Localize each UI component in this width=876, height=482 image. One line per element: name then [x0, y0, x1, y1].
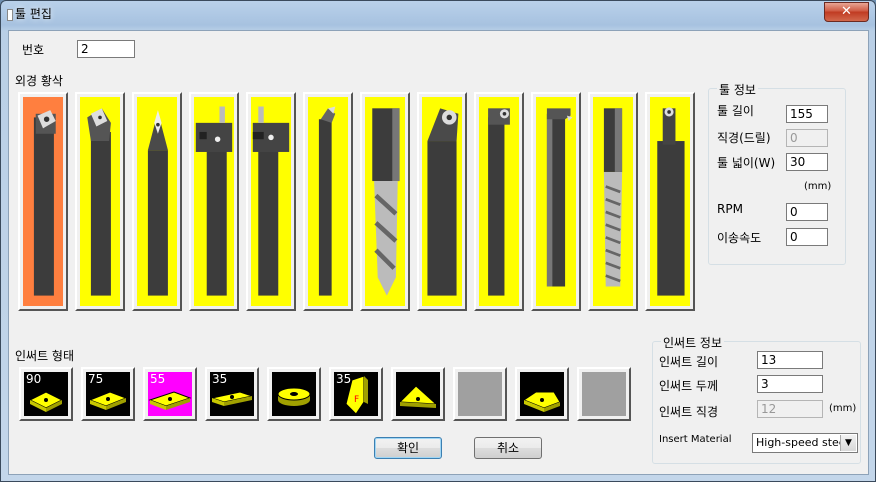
insert-angle-label: 90	[26, 372, 42, 386]
feed-rate-label: 이송속도	[717, 231, 762, 245]
insert-option-4[interactable]: 35	[205, 367, 259, 421]
ok-button[interactable]: 확인	[374, 437, 442, 459]
insert-info-group: 인써트 정보 인써트 길이 13 인써트 두께 3 인써트 직경 12 (mm)…	[652, 334, 861, 464]
tool-length-label: 툴 길이	[717, 104, 754, 118]
number-label: 번호	[22, 43, 45, 57]
insert-option-8[interactable]	[453, 367, 507, 421]
turning-tool-diamond-insert-icon	[147, 110, 168, 296]
trigon-insert-icon	[522, 391, 561, 412]
tool-width-label: 툴 넓이(W)	[717, 156, 776, 170]
round-insert-tool-icon	[427, 108, 459, 296]
tool-option-12[interactable]	[645, 92, 695, 311]
tool-diameter-field[interactable]: 0	[786, 129, 828, 147]
tool-width-field[interactable]: 30	[786, 153, 828, 171]
tool-group-label: 외경 황삭	[15, 74, 63, 88]
grooving-tool-left-icon	[195, 106, 233, 296]
insert-material-value: High-speed steel	[756, 436, 849, 449]
insert-length-field[interactable]: 13	[757, 351, 823, 369]
tool-option-11[interactable]	[588, 92, 638, 311]
tool-info-group: 툴 정보 툴 길이 155 직경(드릴) 0 툴 넓이(W) 30 (mm) R…	[708, 81, 846, 265]
tool-diameter-label: 직경(드릴)	[717, 131, 771, 145]
chevron-down-icon[interactable]: ▼	[840, 435, 856, 451]
dialog-client: 번호 2 외경 황삭 툴 정보 툴 길이 155 직경(드릴) 0 툴 넓이(W…	[8, 30, 869, 475]
insert-material-label: Insert Material	[659, 434, 732, 445]
tool-unit-label: (mm)	[804, 181, 832, 192]
insert-length-label: 인써트 길이	[659, 355, 719, 369]
button-insert-boring-bar-icon	[657, 107, 685, 296]
insert-option-5[interactable]	[267, 367, 321, 421]
twist-drill-icon	[372, 108, 400, 296]
tool-option-10[interactable]	[531, 92, 581, 311]
boring-bar-icon	[318, 106, 336, 296]
window-title: 툴 편집	[15, 7, 52, 21]
close-button[interactable]: ✕	[824, 2, 869, 22]
insert-angle-label: 55	[150, 372, 166, 386]
tool-option-2[interactable]	[75, 92, 125, 311]
rpm-label: RPM	[717, 202, 743, 216]
insert-option-3[interactable]: 55	[143, 367, 197, 421]
svg-text:F: F	[354, 395, 359, 405]
tap-icon	[603, 108, 623, 287]
insert-thickness-field[interactable]: 3	[757, 375, 823, 393]
tool-option-7[interactable]	[360, 92, 410, 311]
insert-unit-label: (mm)	[829, 403, 857, 414]
turning-tool-rhombic-insert-icon	[87, 108, 111, 296]
turning-tool-square-insert-icon	[33, 110, 56, 296]
internal-boring-bar-icon	[488, 108, 510, 296]
insert-angle-label: 35	[212, 372, 228, 386]
tool-option-4[interactable]	[189, 92, 239, 311]
insert-diameter-label: 인써트 직경	[659, 405, 719, 419]
insert-material-select[interactable]: High-speed steel ▼	[752, 433, 858, 453]
tool-option-3[interactable]	[132, 92, 182, 311]
insert-info-title: 인써트 정보	[661, 334, 725, 351]
empty-insert-slot-icon	[582, 372, 626, 416]
insert-diameter-field[interactable]: 12	[757, 400, 823, 418]
tool-option-9[interactable]	[474, 92, 524, 311]
insert-option-7[interactable]	[391, 367, 445, 421]
insert-angle-label: 35	[336, 372, 352, 386]
tool-option-8[interactable]	[417, 92, 467, 311]
tool-length-field[interactable]: 155	[786, 105, 828, 123]
threading-tool-icon	[546, 108, 573, 287]
title-bar[interactable]: 툴 편집 ✕	[1, 1, 875, 29]
tool-option-5[interactable]	[246, 92, 296, 311]
insert-option-6[interactable]: F 35	[329, 367, 383, 421]
app-icon	[7, 9, 13, 21]
feed-rate-field[interactable]: 0	[786, 228, 828, 246]
rpm-field[interactable]: 0	[786, 203, 828, 221]
insert-shape-label: 인써트 형태	[15, 349, 75, 363]
tool-option-6[interactable]	[303, 92, 353, 311]
insert-option-9[interactable]	[515, 367, 569, 421]
insert-thickness-label: 인써트 두께	[659, 379, 719, 393]
insert-option-10[interactable]	[577, 367, 631, 421]
grooving-tool-right-icon	[252, 106, 290, 296]
cancel-button[interactable]: 취소	[474, 437, 542, 459]
insert-angle-label: 75	[88, 372, 104, 386]
round-insert-icon	[277, 387, 311, 406]
tool-option-1[interactable]	[18, 92, 68, 311]
number-field[interactable]: 2	[77, 40, 135, 58]
insert-option-1[interactable]: 90	[19, 367, 73, 421]
tool-info-title: 툴 정보	[717, 81, 758, 98]
empty-insert-slot-icon	[458, 372, 502, 416]
triangle-insert-icon	[398, 385, 438, 408]
tool-edit-dialog: 툴 편집 ✕ 번호 2 외경 황삭 툴 정보 툴 길이 155 직경(드릴) 0…	[0, 0, 876, 482]
insert-option-2[interactable]: 75	[81, 367, 135, 421]
